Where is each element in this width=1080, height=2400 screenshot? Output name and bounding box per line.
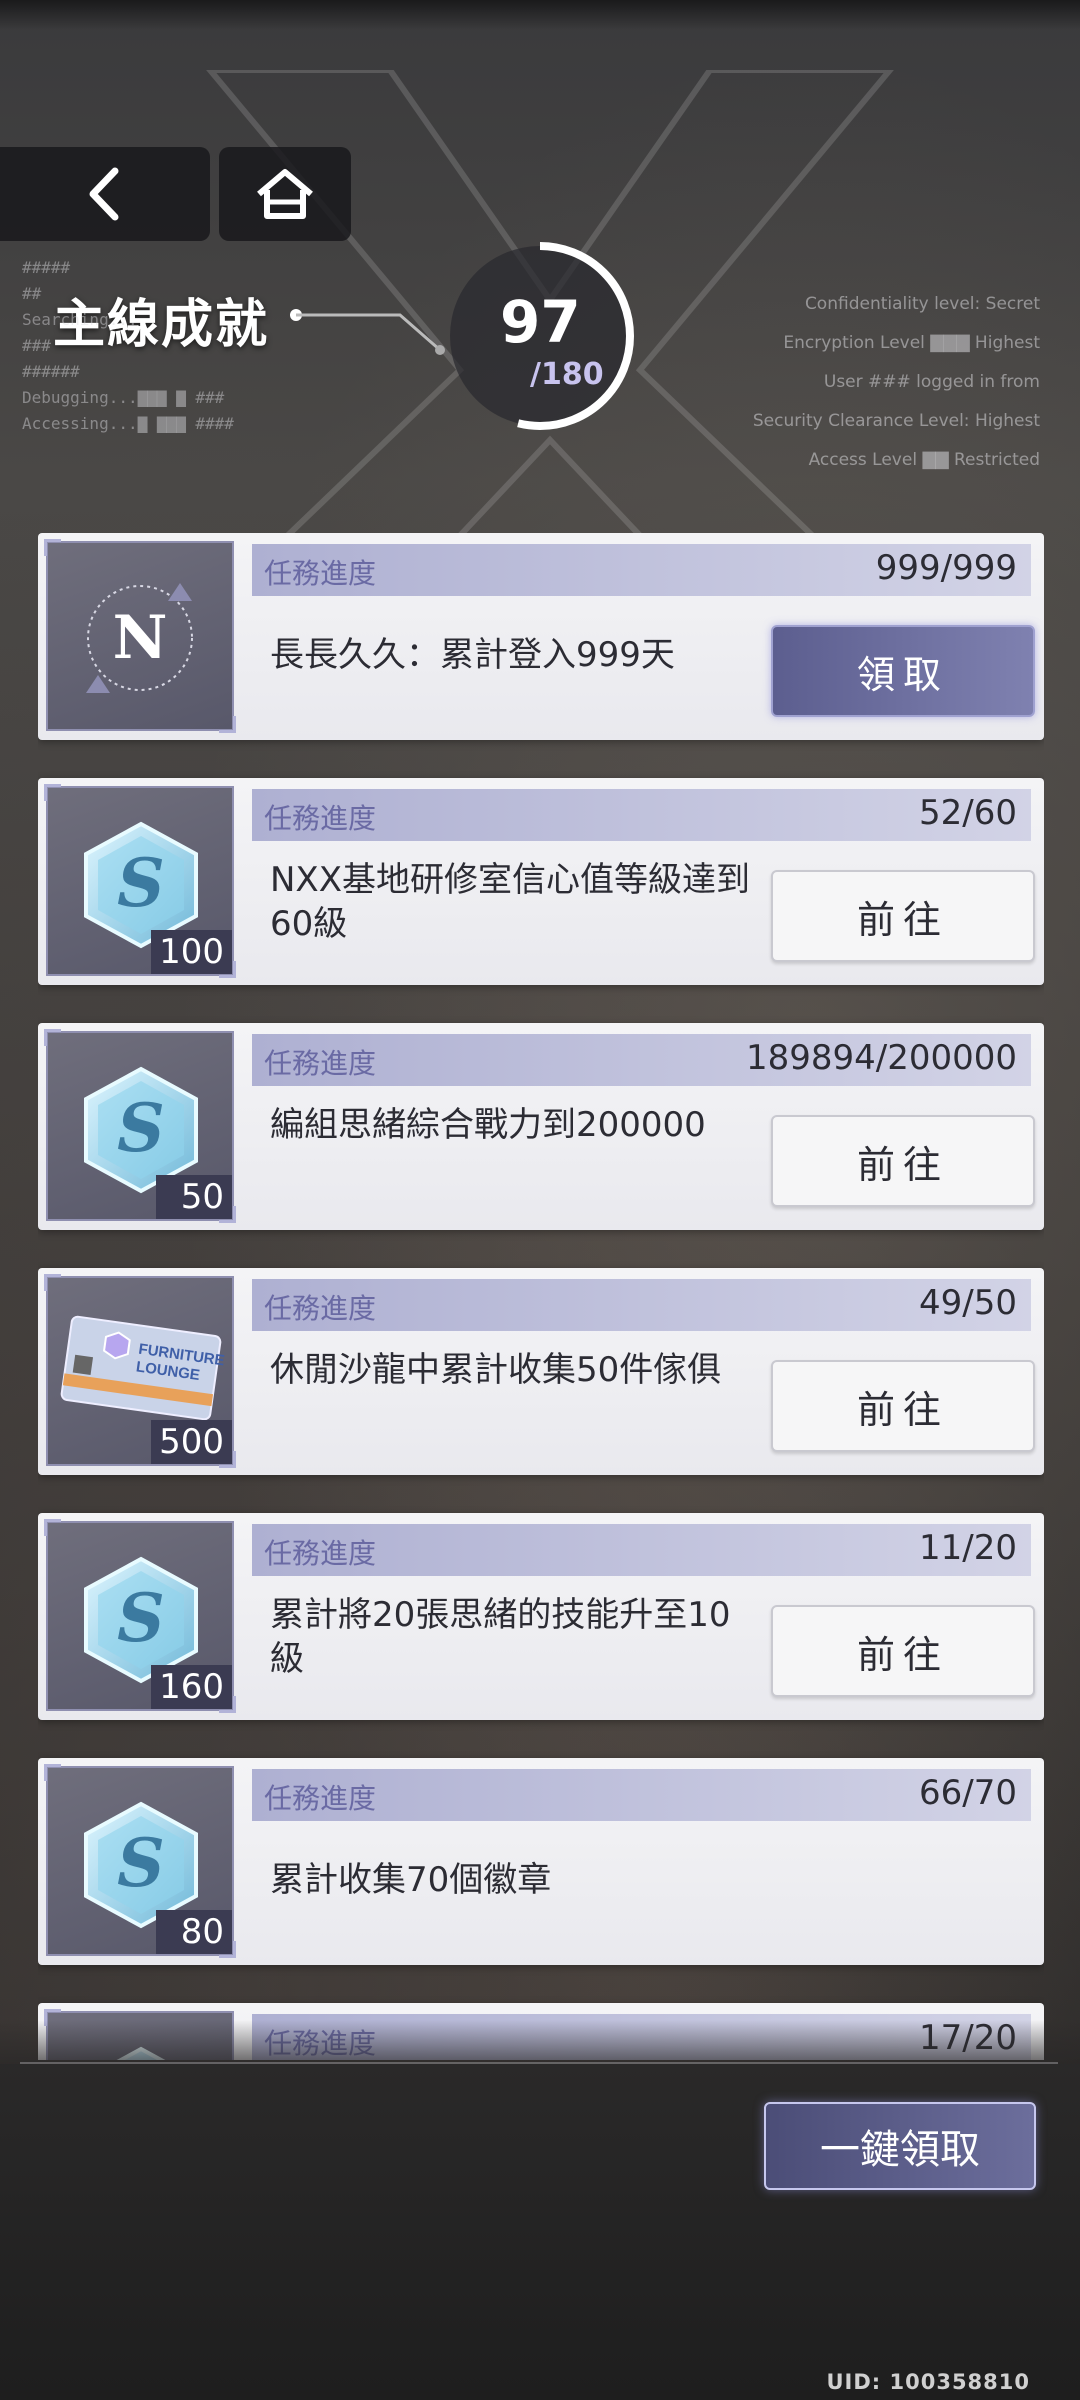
divider [20, 2062, 1058, 2064]
progress-label: 任務進度 [264, 1047, 377, 1080]
go-button[interactable]: 前往 [771, 1360, 1035, 1452]
decorative-terminal-text-right: Confidentiality level: Secret Encryption … [753, 285, 1040, 480]
home-button[interactable] [219, 147, 351, 241]
nxx-emblem-icon: N [86, 583, 193, 693]
deco-line: Security Clearance Level: Highest [752, 411, 1040, 431]
task-description: 長長久久：累計登入999天 [270, 635, 675, 675]
svg-text:S: S [117, 1089, 165, 1167]
deco-line: Searching... [22, 310, 138, 329]
task-description: NXX基地研修室信心值等級達到60級 [270, 860, 751, 944]
reward-thumbnail[interactable]: S 100 [44, 784, 236, 978]
task-description: 休閒沙龍中累計收集50件傢俱 [270, 1350, 722, 1390]
svg-text:S: S [117, 1579, 165, 1657]
chevron-left-icon [89, 167, 119, 221]
go-button[interactable]: 前往 [771, 1115, 1035, 1207]
progress-bar: 任務進度 52/60 [252, 789, 1031, 841]
progress-value: 189894/200000 [745, 1038, 1017, 1078]
reward-quantity: 160 [151, 1665, 232, 1709]
svg-text:N: N [113, 603, 168, 673]
reward-quantity: 50 [156, 1175, 232, 1219]
achievement-list[interactable]: N 任務進度 999/999 長長久久：累計登入999天 領取 S 100 任務進… [38, 533, 1044, 2060]
progress-value: 11/20 [919, 1528, 1017, 1568]
go-button[interactable]: 前往 [771, 870, 1035, 962]
progress-label: 任務進度 [264, 1537, 377, 1570]
achievement-card: FURNITURE LOUNGE 500 任務進度 49/50 休閒沙龍中累計收… [38, 1268, 1044, 1475]
deco-line: ## [22, 284, 42, 303]
progress-bar: 任務進度 11/20 [252, 1524, 1031, 1576]
furniture-lounge-ticket-icon: FURNITURE LOUNGE [60, 1315, 226, 1421]
task-description: 累計收集70個徽章 [270, 1860, 552, 1900]
deco-line: Accessing...▇ ▇▇▇ #### [22, 414, 234, 433]
deco-line: Access Level ▇▇ Restricted [808, 450, 1040, 470]
progress-value: 49/50 [919, 1283, 1017, 1323]
deco-line: ###### [22, 362, 80, 381]
achievement-card: S 100 任務進度 52/60 NXX基地研修室信心值等級達到60級 前往 [38, 778, 1044, 985]
progress-bar: 任務進度 66/70 [252, 1769, 1031, 1821]
progress-bar: 任務進度 999/999 [252, 544, 1031, 596]
svg-text:S: S [117, 1824, 165, 1902]
progress-label: 任務進度 [264, 802, 377, 835]
svg-text:S: S [117, 844, 165, 922]
progress-value: 999/999 [875, 548, 1017, 588]
back-button[interactable] [0, 147, 210, 241]
achievement-card: S 160 任務進度 11/20 累計將20張思緒的技能升至10級 前往 [38, 1513, 1044, 1720]
home-icon [257, 169, 313, 219]
task-description: 累計將20張思緒的技能升至10級 [270, 1595, 731, 1679]
deco-line: Debugging...▇▇▇ ▇ ### [22, 388, 225, 407]
go-button[interactable]: 前往 [771, 1605, 1035, 1697]
deco-line: User ### logged in from [823, 372, 1040, 392]
reward-quantity: 500 [151, 1420, 232, 1464]
achievement-card: S 50 任務進度 189894/200000 編組思緒綜合戰力到200000 前… [38, 1023, 1044, 1230]
reward-thumbnail[interactable]: S 80 [44, 1764, 236, 1958]
progress-label: 任務進度 [264, 1782, 377, 1815]
achievement-card: S 80 任務進度 66/70 累計收集70個徽章 [38, 1758, 1044, 1965]
reward-thumbnail[interactable]: N [44, 539, 236, 733]
decorative-terminal-text-left: ##### ## Searching... ### ###### Debugging...… [22, 255, 234, 437]
progress-label: 任務進度 [264, 557, 377, 590]
deco-line: Encryption Level ▇▇▇ Highest [783, 333, 1040, 353]
reward-thumbnail[interactable]: S 160 [44, 1519, 236, 1713]
deco-line: Confidentiality level: Secret [804, 294, 1040, 314]
progress-value: 52/60 [919, 793, 1017, 833]
task-description: 編組思緒綜合戰力到200000 [270, 1105, 706, 1145]
achievement-card: N 任務進度 999/999 長長久久：累計登入999天 領取 [38, 533, 1044, 740]
reward-quantity: 80 [156, 1910, 232, 1954]
progress-label: 任務進度 [264, 1292, 377, 1325]
progress-bar: 任務進度 49/50 [252, 1279, 1031, 1331]
progress-current: 97 [500, 288, 581, 356]
deco-line: ### [22, 336, 51, 355]
progress-bar: 任務進度 189894/200000 [252, 1034, 1031, 1086]
progress-total: /180 [530, 357, 604, 392]
progress-value: 66/70 [919, 1773, 1017, 1813]
deco-line: ##### [22, 258, 71, 277]
claim-button[interactable]: 領取 [771, 625, 1035, 717]
reward-thumbnail[interactable]: S 50 [44, 1029, 236, 1223]
uid-label: UID: 100358810 [826, 2370, 1030, 2394]
reward-thumbnail[interactable]: FURNITURE LOUNGE 500 [44, 1274, 236, 1468]
claim-all-button[interactable]: 一鍵領取 [764, 2102, 1036, 2190]
title-connector-line [290, 309, 445, 355]
reward-quantity: 100 [151, 930, 232, 974]
